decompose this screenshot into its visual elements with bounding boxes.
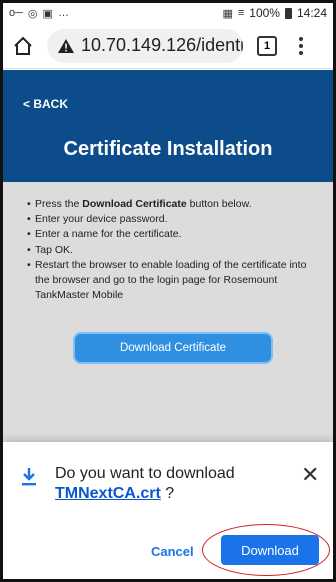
battery-icon: [284, 7, 292, 19]
page-title: Certificate Installation: [63, 138, 273, 160]
download-certificate-button[interactable]: Download Certificate: [73, 332, 273, 364]
clock: 14:24: [296, 6, 327, 20]
download-prompt-sheet: Do you want to download TMNextCA.crt ? ✕…: [3, 442, 333, 579]
status-bar: o─ ◎ ▣ … ▦ ≡ 100% 14:24: [3, 3, 333, 23]
nfc-icon: ▦: [222, 7, 233, 20]
location-icon: ◎: [27, 7, 38, 20]
browser-toolbar: 10.70.149.126/identity/i 1: [3, 23, 333, 69]
list-item: Enter a name for the certificate.: [27, 227, 317, 242]
cancel-button[interactable]: Cancel: [151, 544, 194, 559]
close-icon[interactable]: ✕: [301, 464, 319, 486]
battery-percentage: 100%: [249, 6, 280, 20]
instruction-list: Press the Download Certificate button be…: [27, 197, 317, 304]
key-icon: o─: [9, 7, 23, 19]
list-item: Restart the browser to enable loading of…: [27, 258, 317, 304]
more-notifications-icon: …: [57, 7, 69, 19]
list-item: Press the Download Certificate button be…: [27, 197, 317, 212]
url-text: 10.70.149.126/identity/i: [81, 35, 243, 55]
page-header: < BACK Certificate Installation: [3, 70, 333, 182]
highlight-circle: [202, 524, 330, 576]
list-item: Tap OK.: [27, 243, 317, 258]
address-bar[interactable]: 10.70.149.126/identity/i: [47, 28, 243, 63]
status-left-icons: o─ ◎ ▣ …: [9, 7, 69, 20]
warning-icon: [58, 38, 74, 53]
screenshot-icon: ▣: [42, 7, 53, 20]
overflow-menu-icon[interactable]: [293, 36, 309, 55]
wifi-signal-icon: ≡: [237, 7, 245, 19]
status-right-icons: ▦ ≡ 100% 14:24: [222, 6, 327, 20]
instructions-panel: Press the Download Certificate button be…: [3, 182, 333, 442]
list-item: Enter your device password.: [27, 212, 317, 227]
back-link[interactable]: < BACK: [23, 97, 68, 111]
download-filename-link[interactable]: TMNextCA.crt: [55, 485, 161, 502]
download-question: Do you want to download TMNextCA.crt ?: [55, 465, 235, 502]
phone-screen: o─ ◎ ▣ … ▦ ≡ 100% 14:24 10.70.149.126/id…: [0, 0, 336, 582]
tab-switcher-button[interactable]: 1: [257, 35, 277, 56]
home-icon[interactable]: [9, 32, 37, 60]
download-icon: [22, 468, 36, 486]
